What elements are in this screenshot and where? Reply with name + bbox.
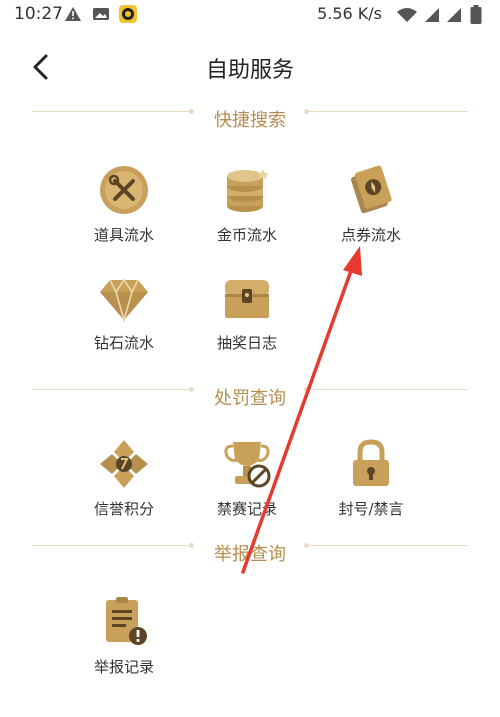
item-gold-flow[interactable]: 金币流水 — [187, 164, 307, 264]
network-speed: 5.56 K/s — [317, 4, 382, 23]
signal-icon — [446, 7, 462, 27]
item-label: 举报记录 — [93, 658, 154, 676]
report-document-icon — [98, 596, 150, 648]
status-bar: 10:27 5.56 K/s — [0, 0, 500, 34]
coin-stack-icon — [221, 164, 273, 216]
item-tool-flow[interactable]: 道具流水 — [64, 164, 184, 264]
wifi-icon — [396, 7, 418, 27]
diamond-icon — [98, 272, 150, 324]
item-label: 金币流水 — [216, 226, 277, 244]
app-notification-icon — [118, 4, 138, 28]
tools-coin-icon — [98, 164, 150, 216]
item-diamond-flow[interactable]: 钻石流水 — [64, 272, 184, 372]
item-label: 道具流水 — [93, 226, 154, 244]
page-title: 自助服务 — [205, 58, 294, 83]
battery-icon — [470, 5, 482, 29]
image-icon — [92, 6, 110, 26]
item-label: 信誉积分 — [93, 500, 154, 518]
item-label: 抽奖日志 — [216, 334, 277, 352]
item-label: 钻石流水 — [93, 334, 154, 352]
section-title-quick-search: 快捷搜索 — [214, 110, 286, 131]
item-report-record[interactable]: 举报记录 — [64, 596, 184, 696]
credit-badge-icon — [98, 438, 150, 490]
item-account-ban[interactable]: 封号/禁言 — [311, 438, 431, 538]
section-title-penalty: 处罚查询 — [214, 388, 286, 409]
item-label: 点券流水 — [340, 226, 401, 244]
treasure-chest-icon — [221, 272, 273, 324]
signal-icon — [424, 7, 440, 27]
item-lottery-log[interactable]: 抽奖日志 — [187, 272, 307, 372]
item-label: 禁赛记录 — [216, 500, 277, 518]
warning-icon — [64, 6, 82, 26]
section-title-report: 举报查询 — [214, 544, 286, 565]
item-label: 封号/禁言 — [338, 500, 404, 518]
item-credit-score[interactable]: 信誉积分 — [64, 438, 184, 538]
banned-trophy-icon — [221, 438, 273, 490]
padlock-icon — [345, 438, 397, 490]
item-ban-record[interactable]: 禁赛记录 — [187, 438, 307, 538]
coupon-icon — [345, 164, 397, 216]
status-time: 10:27 — [14, 4, 63, 24]
item-coupon-flow[interactable]: 点券流水 — [311, 164, 431, 264]
